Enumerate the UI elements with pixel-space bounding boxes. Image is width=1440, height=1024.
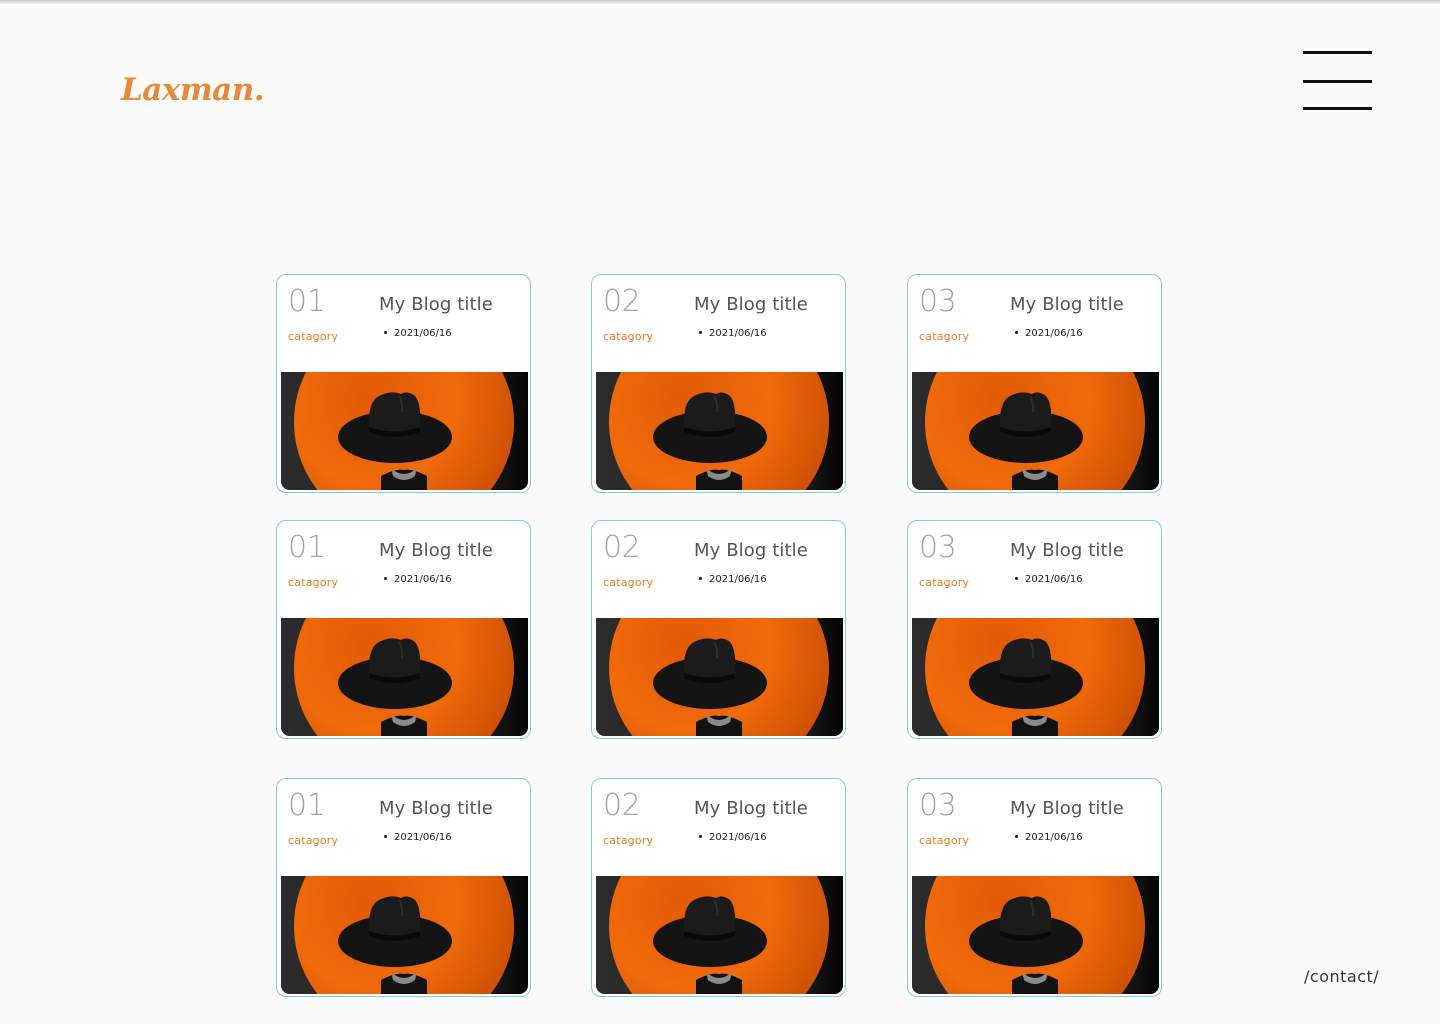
post-title[interactable]: My Blog title (1010, 540, 1124, 561)
post-date: 2021/06/16 (1015, 832, 1083, 843)
post-number: 03 (919, 530, 957, 565)
post-thumbnail[interactable] (596, 618, 843, 736)
bullet-icon (699, 576, 702, 580)
post-category[interactable]: catagory (919, 834, 969, 847)
post-title[interactable]: My Blog title (1010, 798, 1124, 819)
post-number: 02 (603, 284, 641, 319)
post-date: 2021/06/16 (1015, 574, 1083, 585)
blog-post-card[interactable]: 02 catagory My Blog title 2021/06/16 (591, 778, 846, 997)
post-category[interactable]: catagory (288, 330, 338, 343)
post-title[interactable]: My Blog title (379, 798, 493, 819)
post-date: 2021/06/16 (384, 832, 452, 843)
menu-line-middle (1303, 80, 1372, 83)
post-thumbnail[interactable] (912, 372, 1159, 490)
post-number: 02 (603, 530, 641, 565)
post-title[interactable]: My Blog title (379, 294, 493, 315)
bullet-icon (1015, 576, 1018, 580)
post-category[interactable]: catagory (288, 576, 338, 589)
window-top-edge (0, 0, 1440, 4)
hamburger-menu-button[interactable] (1303, 50, 1373, 112)
blog-post-card[interactable]: 01 catagory My Blog title 2021/06/16 (276, 274, 531, 493)
post-number: 01 (288, 788, 326, 823)
bullet-icon (384, 576, 387, 580)
bullet-icon (699, 330, 702, 334)
blog-post-card[interactable]: 03 catagory My Blog title 2021/06/16 (907, 520, 1162, 739)
post-title[interactable]: My Blog title (1010, 294, 1124, 315)
post-category[interactable]: catagory (603, 330, 653, 343)
post-thumbnail[interactable] (281, 618, 528, 736)
post-number: 03 (919, 788, 957, 823)
bullet-icon (384, 834, 387, 838)
bullet-icon (1015, 330, 1018, 334)
post-category[interactable]: catagory (919, 576, 969, 589)
menu-line-top (1303, 51, 1372, 54)
menu-line-bottom (1303, 107, 1372, 110)
contact-link[interactable]: /contact/ (1304, 967, 1379, 986)
post-date: 2021/06/16 (384, 328, 452, 339)
post-number: 01 (288, 530, 326, 565)
post-date-text: 2021/06/16 (709, 328, 767, 339)
post-date: 2021/06/16 (699, 832, 767, 843)
post-date-text: 2021/06/16 (394, 328, 452, 339)
post-date-text: 2021/06/16 (394, 574, 452, 585)
post-thumbnail[interactable] (912, 876, 1159, 994)
post-date-text: 2021/06/16 (709, 574, 767, 585)
blog-post-card[interactable]: 03 catagory My Blog title 2021/06/16 (907, 778, 1162, 997)
site-logo[interactable]: Laxman. (121, 72, 265, 108)
post-thumbnail[interactable] (596, 372, 843, 490)
blog-post-card[interactable]: 03 catagory My Blog title 2021/06/16 (907, 274, 1162, 493)
blog-post-card[interactable]: 02 catagory My Blog title 2021/06/16 (591, 520, 846, 739)
bullet-icon (1015, 834, 1018, 838)
post-date-text: 2021/06/16 (709, 832, 767, 843)
post-date: 2021/06/16 (384, 574, 452, 585)
post-title[interactable]: My Blog title (694, 540, 808, 561)
post-category[interactable]: catagory (603, 576, 653, 589)
post-thumbnail[interactable] (596, 876, 843, 994)
post-number: 02 (603, 788, 641, 823)
post-date-text: 2021/06/16 (1025, 832, 1083, 843)
post-thumbnail[interactable] (281, 876, 528, 994)
post-number: 03 (919, 284, 957, 319)
blog-post-card[interactable]: 01 catagory My Blog title 2021/06/16 (276, 520, 531, 739)
post-thumbnail[interactable] (281, 372, 528, 490)
post-date: 2021/06/16 (699, 328, 767, 339)
post-category[interactable]: catagory (288, 834, 338, 847)
post-title[interactable]: My Blog title (694, 798, 808, 819)
post-thumbnail[interactable] (912, 618, 1159, 736)
post-date-text: 2021/06/16 (1025, 574, 1083, 585)
post-category[interactable]: catagory (919, 330, 969, 343)
post-date-text: 2021/06/16 (1025, 328, 1083, 339)
post-date: 2021/06/16 (1015, 328, 1083, 339)
post-number: 01 (288, 284, 326, 319)
bullet-icon (699, 834, 702, 838)
post-category[interactable]: catagory (603, 834, 653, 847)
blog-post-card[interactable]: 01 catagory My Blog title 2021/06/16 (276, 778, 531, 997)
post-title[interactable]: My Blog title (694, 294, 808, 315)
post-title[interactable]: My Blog title (379, 540, 493, 561)
post-date-text: 2021/06/16 (394, 832, 452, 843)
bullet-icon (384, 330, 387, 334)
post-date: 2021/06/16 (699, 574, 767, 585)
blog-post-card[interactable]: 02 catagory My Blog title 2021/06/16 (591, 274, 846, 493)
